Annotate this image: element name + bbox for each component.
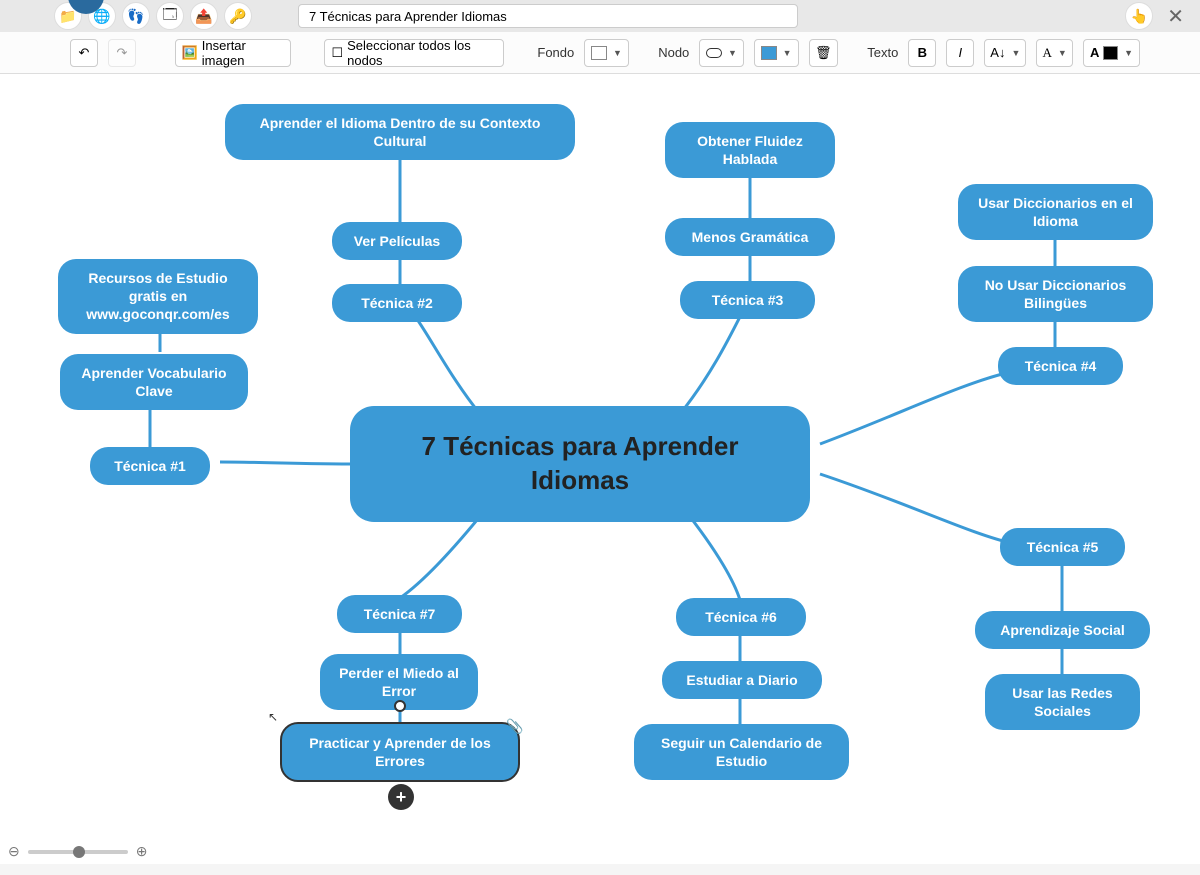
- node-tecnica-5[interactable]: Técnica #5: [1000, 528, 1125, 566]
- node-t3-c2[interactable]: Obtener Fluidez Hablada: [665, 122, 835, 178]
- font-family-button[interactable]: A ▼: [1036, 39, 1073, 67]
- zoom-slider[interactable]: [28, 850, 128, 854]
- mindmap-canvas[interactable]: 7 Técnicas para Aprender Idiomas Técnica…: [0, 74, 1200, 864]
- node-tecnica-6[interactable]: Técnica #6: [676, 598, 806, 636]
- node-tecnica-1[interactable]: Técnica #1: [90, 447, 210, 485]
- shape-icon: [706, 48, 722, 58]
- top-handle[interactable]: [394, 700, 406, 712]
- footprint-button[interactable]: 👣: [122, 2, 150, 30]
- blue-swatch: [761, 46, 777, 60]
- chevron-down-icon: ▼: [783, 48, 792, 58]
- node-tecnica-2[interactable]: Técnica #2: [332, 284, 462, 322]
- hand-button[interactable]: 👆: [1125, 2, 1153, 30]
- export-button[interactable]: 📤: [190, 2, 218, 30]
- title-input[interactable]: [298, 4, 798, 28]
- paperclip-icon[interactable]: 📎: [506, 718, 523, 735]
- italic-button[interactable]: I: [946, 39, 974, 67]
- editor-toolbar: ↶ ↷ 🖼️ Insertar imagen ☐ Seleccionar tod…: [0, 32, 1200, 74]
- node-t2-c1[interactable]: Ver Películas: [332, 222, 462, 260]
- node-t7-c2-selected[interactable]: Practicar y Aprender de los Errores: [280, 722, 520, 782]
- checkbox-icon: ☐: [331, 45, 343, 61]
- chevron-down-icon: ▼: [728, 48, 737, 58]
- zoom-out-button[interactable]: ⊖: [8, 843, 20, 860]
- center-node[interactable]: 7 Técnicas para Aprender Idiomas: [350, 406, 810, 522]
- font-size-button[interactable]: A↓ ▼: [984, 39, 1026, 67]
- node-t4-c1[interactable]: No Usar Diccionarios Bilingües: [958, 266, 1153, 322]
- node-t6-c2[interactable]: Seguir un Calendario de Estudio: [634, 724, 849, 780]
- delete-node-button[interactable]: 🗑: [809, 39, 838, 67]
- node-shape-picker[interactable]: ▼: [699, 39, 744, 67]
- select-all-button[interactable]: ☐ Seleccionar todos los nodos: [324, 39, 504, 67]
- node-t6-c1[interactable]: Estudiar a Diario: [662, 661, 822, 699]
- zoom-slider-thumb[interactable]: [73, 846, 85, 858]
- window-button[interactable]: 🗔: [156, 2, 184, 30]
- node-t4-c2[interactable]: Usar Diccionarios en el Idioma: [958, 184, 1153, 240]
- node-tecnica-3[interactable]: Técnica #3: [680, 281, 815, 319]
- texto-label: Texto: [867, 45, 898, 60]
- zoom-controls: ⊖ ⊕: [8, 843, 147, 860]
- select-all-label: Seleccionar todos los nodos: [347, 38, 497, 68]
- nodo-label: Nodo: [658, 45, 689, 60]
- chevron-down-icon: ▼: [1058, 48, 1067, 58]
- redo-button: ↷: [108, 39, 136, 67]
- chevron-down-icon: ▼: [1124, 48, 1133, 58]
- key-button[interactable]: 🔑: [224, 2, 252, 30]
- white-swatch: [591, 46, 607, 60]
- node-t2-c2[interactable]: Aprender el Idioma Dentro de su Contexto…: [225, 104, 575, 160]
- resize-handle-nw[interactable]: ↖: [268, 710, 278, 724]
- chevron-down-icon: ▼: [613, 48, 622, 58]
- image-icon: 🖼️: [182, 45, 198, 61]
- node-color-picker[interactable]: ▼: [754, 39, 799, 67]
- node-t5-c2[interactable]: Usar las Redes Sociales: [985, 674, 1140, 730]
- fondo-label: Fondo: [537, 45, 574, 60]
- node-t3-c1[interactable]: Menos Gramática: [665, 218, 835, 256]
- close-button[interactable]: ✕: [1159, 4, 1192, 29]
- node-tecnica-4[interactable]: Técnica #4: [998, 347, 1123, 385]
- node-t1-c1[interactable]: Aprender Vocabulario Clave: [60, 354, 248, 410]
- bg-color-picker[interactable]: ▼: [584, 39, 629, 67]
- undo-button[interactable]: ↶: [70, 39, 98, 67]
- node-tecnica-7[interactable]: Técnica #7: [337, 595, 462, 633]
- black-swatch: [1103, 46, 1118, 60]
- insert-image-button[interactable]: 🖼️ Insertar imagen: [175, 39, 292, 67]
- node-t1-c2[interactable]: Recursos de Estudio gratis en www.goconq…: [58, 259, 258, 334]
- font-color-button[interactable]: A ▼: [1083, 39, 1140, 67]
- add-child-button[interactable]: +: [388, 784, 414, 810]
- chevron-down-icon: ▼: [1011, 48, 1020, 58]
- bold-button[interactable]: B: [908, 39, 936, 67]
- insert-image-label: Insertar imagen: [202, 38, 285, 68]
- zoom-in-button[interactable]: ⊕: [136, 843, 148, 860]
- node-t5-c1[interactable]: Aprendizaje Social: [975, 611, 1150, 649]
- top-toolbar: 📁 🌐 👣 🗔 📤 🔑 👆 ✕: [0, 0, 1200, 32]
